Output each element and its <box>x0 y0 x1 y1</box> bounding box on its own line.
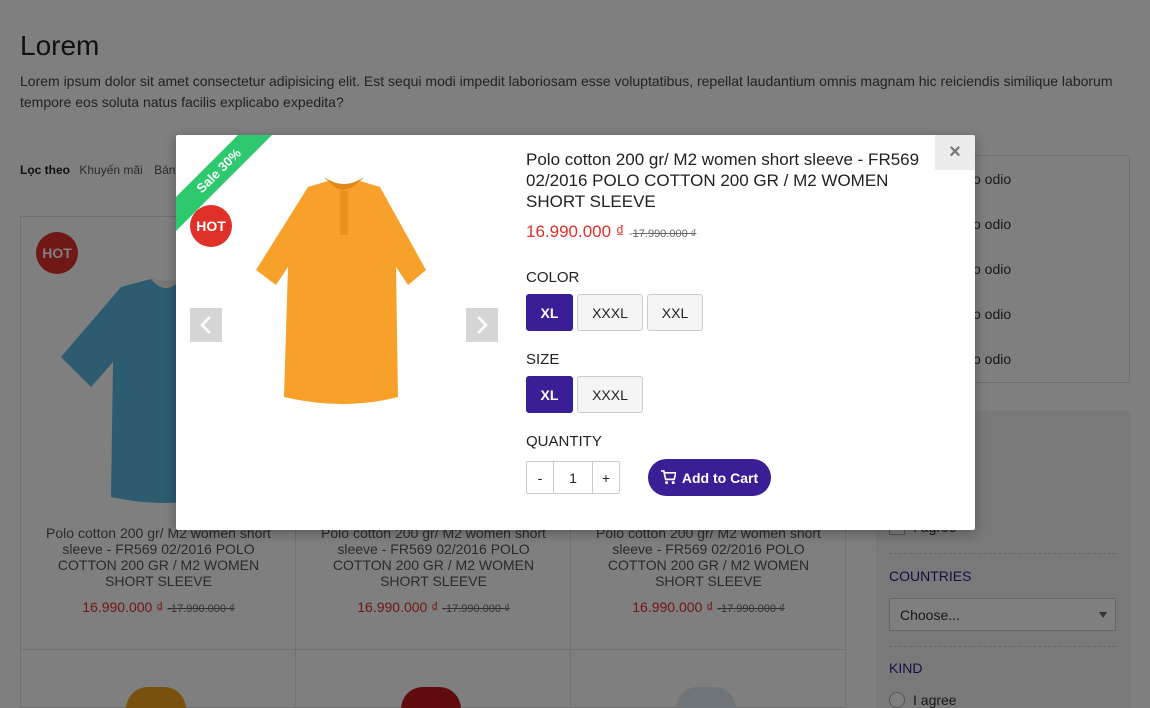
color-option-xl[interactable]: XL <box>526 294 573 331</box>
color-option-xxl[interactable]: XXL <box>647 294 703 331</box>
quantity-stepper: - 1 + <box>526 461 620 494</box>
quantity-increment-button[interactable]: + <box>593 462 619 493</box>
next-image-button[interactable] <box>466 308 498 342</box>
quantity-label: QUANTITY <box>526 433 602 450</box>
size-option-xl[interactable]: XL <box>526 376 573 413</box>
quantity-input[interactable]: 1 <box>553 462 593 493</box>
size-options: XL XXXL <box>526 376 946 413</box>
color-label: COLOR <box>526 269 580 286</box>
product-prices: 16.990.000 ₫ -17.990.000 ₫ <box>526 222 946 242</box>
chevron-left-icon <box>200 316 211 334</box>
add-to-cart-button[interactable]: Add to Cart <box>648 459 771 496</box>
hot-badge: HOT <box>190 205 232 247</box>
size-option-xxxl[interactable]: XXXL <box>577 376 643 413</box>
add-to-cart-label: Add to Cart <box>681 469 759 486</box>
color-options: XL XXXL XXL <box>526 294 946 331</box>
quantity-decrement-button[interactable]: - <box>527 462 553 493</box>
orange-polo-image <box>256 177 426 404</box>
cart-icon <box>660 470 676 485</box>
chevron-right-icon <box>477 316 488 334</box>
product-price: 16.990.000 ₫ <box>526 222 625 241</box>
product-title: Polo cotton 200 gr/ M2 women short sleev… <box>526 150 920 211</box>
quantity-row: - 1 + Add to Cart <box>526 459 946 496</box>
product-info: Polo cotton 200 gr/ M2 women short sleev… <box>526 149 946 496</box>
product-old-price: 17.990.000 ₫ <box>632 228 697 240</box>
prev-image-button[interactable] <box>190 308 222 342</box>
quick-view-modal: × Sale 30% HOT Polo cotton 200 gr/ M2 wo… <box>176 135 975 530</box>
size-label: SIZE <box>526 351 560 368</box>
color-option-xxxl[interactable]: XXXL <box>577 294 643 331</box>
